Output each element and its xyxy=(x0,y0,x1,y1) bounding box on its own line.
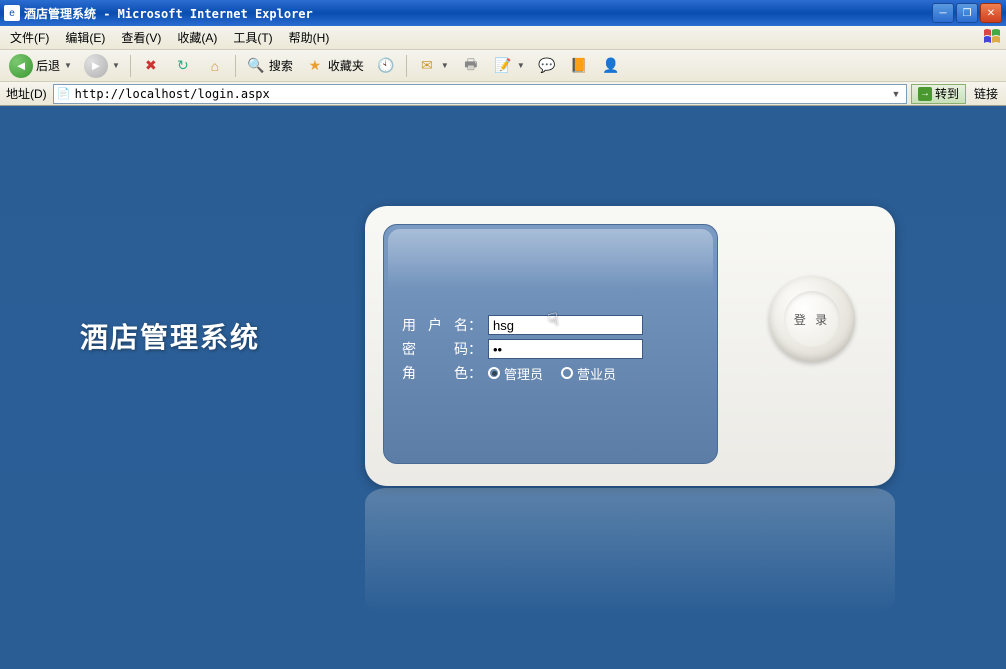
home-button[interactable]: ⌂ xyxy=(200,53,230,79)
colon: ： xyxy=(468,315,482,335)
print-icon: 🖶 xyxy=(461,56,481,76)
system-title: 酒店管理系统 xyxy=(80,316,260,356)
menu-help[interactable]: 帮助(H) xyxy=(281,26,338,49)
role-admin-radio[interactable]: 管理员 xyxy=(488,364,543,383)
chevron-down-icon: ▼ xyxy=(441,61,449,70)
chevron-down-icon: ▼ xyxy=(64,61,72,70)
window-titlebar: e 酒店管理系统 - Microsoft Internet Explorer ─… xyxy=(0,0,1006,26)
history-icon: 🕙 xyxy=(376,56,396,76)
messenger-icon: 👤 xyxy=(601,56,621,76)
username-row: 用户名 ： xyxy=(402,315,699,335)
back-icon: ◄ xyxy=(9,54,33,78)
menu-favorites[interactable]: 收藏(A) xyxy=(169,26,225,49)
colon: ： xyxy=(468,363,482,383)
star-icon: ★ xyxy=(305,56,325,76)
edit-button[interactable]: 📝▼ xyxy=(488,53,530,79)
print-button[interactable]: 🖶 xyxy=(456,53,486,79)
refresh-button[interactable]: ↻ xyxy=(168,53,198,79)
username-input[interactable] xyxy=(488,315,643,335)
maximize-button[interactable]: ❐ xyxy=(956,3,978,23)
login-button-label: 登 录 xyxy=(784,291,840,347)
close-button[interactable]: ✕ xyxy=(980,3,1002,23)
address-input[interactable]: 📄 http://localhost/login.aspx ▼ xyxy=(53,84,907,104)
page-content: 酒店管理系统 用户名 ： 密 码 ： 角 色 ： 管理员 xyxy=(0,106,1006,669)
research-button[interactable]: 📙 xyxy=(564,53,594,79)
menu-view[interactable]: 查看(V) xyxy=(113,26,169,49)
links-label[interactable]: 链接 xyxy=(970,85,1002,102)
separator xyxy=(406,55,407,77)
chevron-down-icon: ▼ xyxy=(112,61,120,70)
password-row: 密 码 ： xyxy=(402,339,699,359)
separator xyxy=(130,55,131,77)
forward-icon: ► xyxy=(84,54,108,78)
history-button[interactable]: 🕙 xyxy=(371,53,401,79)
username-label: 用户名 xyxy=(402,315,468,335)
search-button[interactable]: 🔍 搜索 xyxy=(241,53,298,79)
login-form: 用户名 ： 密 码 ： 角 色 ： 管理员 营业员 xyxy=(383,224,718,464)
page-icon: 📄 xyxy=(56,86,72,102)
menu-file[interactable]: 文件(F) xyxy=(2,26,57,49)
role-row: 角 色 ： 管理员 营业员 xyxy=(402,363,699,383)
app-icon: e xyxy=(4,5,20,21)
role-sales-label: 营业员 xyxy=(577,364,616,383)
discuss-button[interactable]: 💬 xyxy=(532,53,562,79)
search-label: 搜索 xyxy=(269,57,293,74)
go-arrow-icon: → xyxy=(918,87,932,101)
book-icon: 📙 xyxy=(569,56,589,76)
home-icon: ⌂ xyxy=(205,56,225,76)
address-bar: 地址(D) 📄 http://localhost/login.aspx ▼ → … xyxy=(0,82,1006,106)
login-button[interactable]: 登 录 xyxy=(769,276,855,362)
windows-logo-icon xyxy=(983,28,1003,46)
go-label: 转到 xyxy=(935,85,959,102)
go-button[interactable]: → 转到 xyxy=(911,84,966,104)
chevron-down-icon[interactable]: ▼ xyxy=(888,89,904,99)
back-label: 后退 xyxy=(36,57,60,74)
radio-icon xyxy=(561,367,573,379)
role-admin-label: 管理员 xyxy=(504,364,543,383)
toolbar: ◄ 后退 ▼ ► ▼ ✖ ↻ ⌂ 🔍 搜索 ★ 收藏夹 🕙 ✉▼ 🖶 📝▼ 💬 … xyxy=(0,50,1006,82)
search-icon: 🔍 xyxy=(246,56,266,76)
mail-button[interactable]: ✉▼ xyxy=(412,53,454,79)
password-label: 密 码 xyxy=(402,339,468,359)
radio-icon xyxy=(488,367,500,379)
window-controls: ─ ❐ ✕ xyxy=(932,3,1002,23)
back-button[interactable]: ◄ 后退 ▼ xyxy=(4,53,77,79)
favorites-label: 收藏夹 xyxy=(328,57,364,74)
stop-icon: ✖ xyxy=(141,56,161,76)
url-text: http://localhost/login.aspx xyxy=(75,87,888,101)
password-input[interactable] xyxy=(488,339,643,359)
menu-bar: 文件(F) 编辑(E) 查看(V) 收藏(A) 工具(T) 帮助(H) xyxy=(0,26,1006,50)
favorites-button[interactable]: ★ 收藏夹 xyxy=(300,53,369,79)
forward-button[interactable]: ► ▼ xyxy=(79,53,125,79)
chevron-down-icon: ▼ xyxy=(517,61,525,70)
refresh-icon: ↻ xyxy=(173,56,193,76)
menu-edit[interactable]: 编辑(E) xyxy=(57,26,113,49)
minimize-button[interactable]: ─ xyxy=(932,3,954,23)
panel-reflection xyxy=(365,488,895,614)
menu-tools[interactable]: 工具(T) xyxy=(225,26,280,49)
mail-icon: ✉ xyxy=(417,56,437,76)
login-panel: 用户名 ： 密 码 ： 角 色 ： 管理员 营业员 xyxy=(365,206,895,486)
discuss-icon: 💬 xyxy=(537,56,557,76)
stop-button[interactable]: ✖ xyxy=(136,53,166,79)
window-title: 酒店管理系统 - Microsoft Internet Explorer xyxy=(24,5,932,22)
edit-icon: 📝 xyxy=(493,56,513,76)
role-label: 角 色 xyxy=(402,363,468,383)
messenger-button[interactable]: 👤 xyxy=(596,53,626,79)
colon: ： xyxy=(468,339,482,359)
role-sales-radio[interactable]: 营业员 xyxy=(561,364,616,383)
address-label: 地址(D) xyxy=(4,85,49,102)
separator xyxy=(235,55,236,77)
